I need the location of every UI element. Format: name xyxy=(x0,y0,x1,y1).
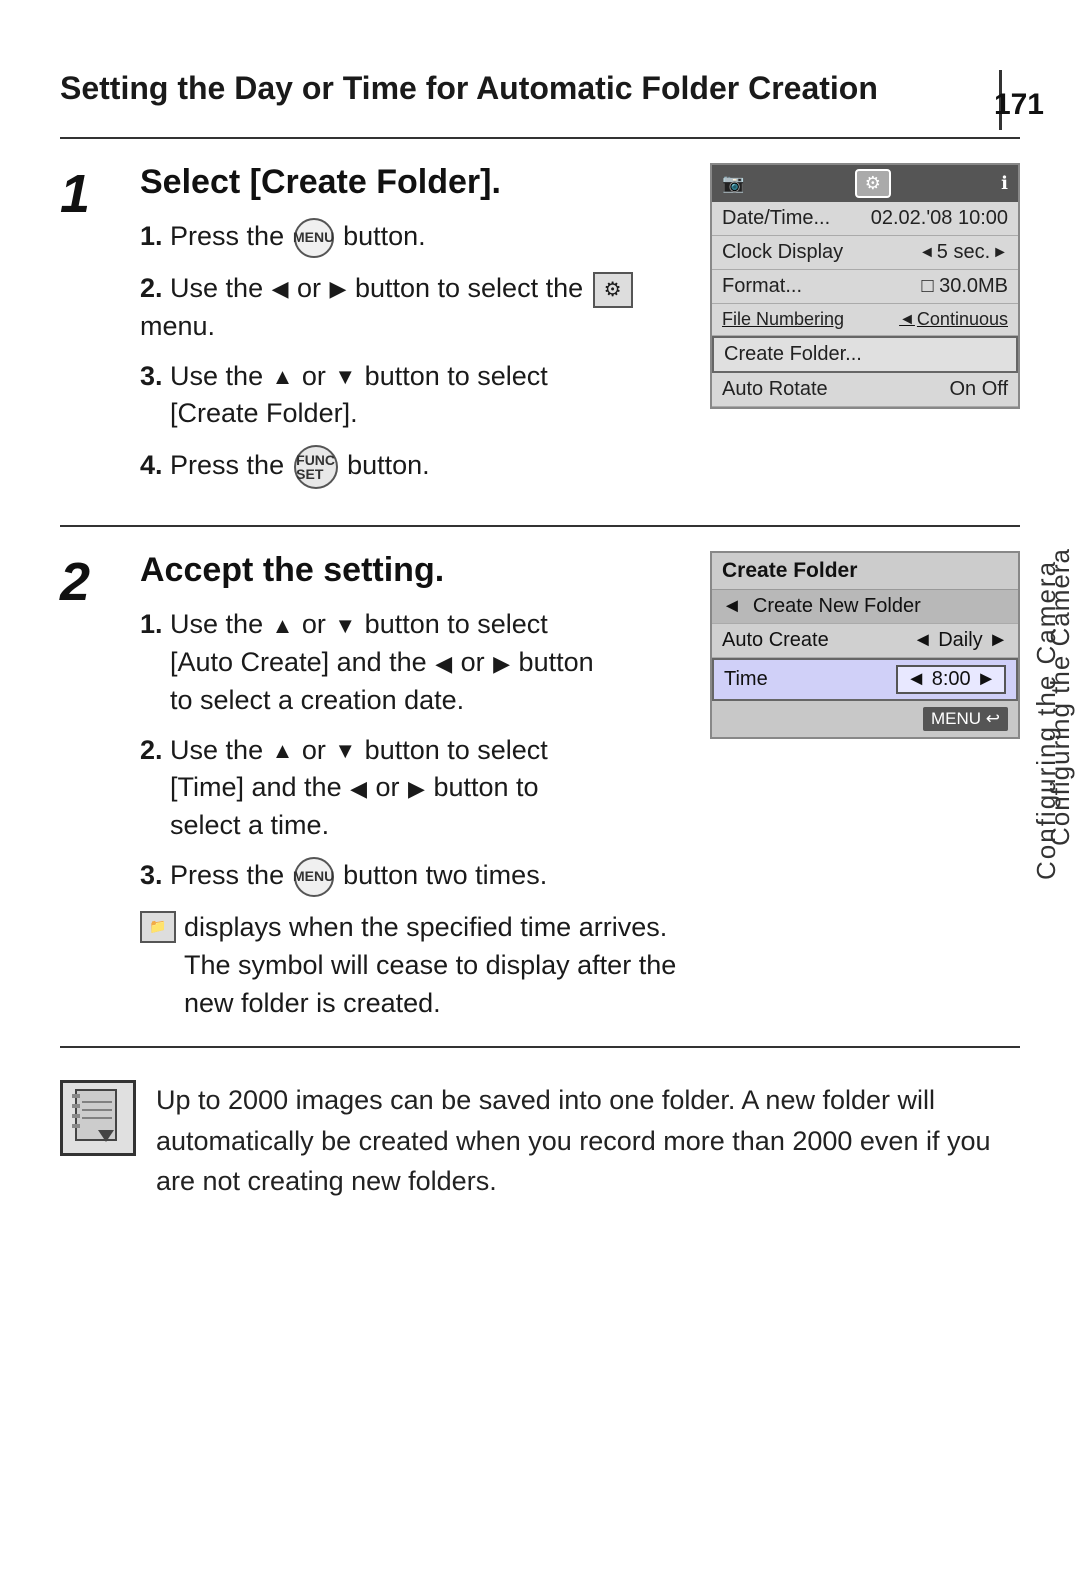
step-1-4: 4. Press the FUNCSET button. xyxy=(140,445,690,489)
step-1-2: 2. Use the ◀ or ▶ button to select the ⚙… xyxy=(140,270,690,346)
screenshot2-row-autocreate: Auto Create ◄ Daily ► xyxy=(712,624,1018,658)
arrow-down-icon: ▼ xyxy=(334,362,356,393)
content-area: Configuring the Camera 1 Select [Create … xyxy=(60,137,1020,1048)
screenshot-row-filenumbering: File Numbering ◄ Continuous xyxy=(712,304,1018,336)
menu-back-button: MENU ↩ xyxy=(923,707,1008,731)
screenshot-row-datetime: Date/Time... 02.02.'08 10:00 xyxy=(712,202,1018,236)
wrench-menu-icon: ⚙ xyxy=(593,272,633,308)
section-1-steps: 1. Press the MENU button. 2. Use the ◀ o… xyxy=(140,218,690,489)
screenshot2-title: Create Folder xyxy=(712,553,1018,590)
screenshot2-row-createnew: ◄ Create New Folder xyxy=(712,590,1018,624)
section-2-title: Accept the setting. xyxy=(140,551,690,590)
s2-arrow-down-icon: ▼ xyxy=(334,611,356,642)
note-icon xyxy=(60,1080,136,1156)
step-1-1: 1. Press the MENU button. xyxy=(140,218,690,258)
section-2-number: 2 xyxy=(60,551,130,1022)
step-2-2: 2. Use the ▲ or ▼ button to select [Time… xyxy=(140,732,690,845)
folder-symbol-icon: 📁 xyxy=(140,911,176,943)
screenshot-row-autorotate: Auto Rotate On Off xyxy=(712,373,1018,407)
section-1-screenshot: 📷 ⚙ ℹ Date/Time... 02.02.'08 10:00 Clock… xyxy=(710,163,1020,501)
selected-menu-icon: ⚙ xyxy=(855,169,891,198)
file-tri-left-icon: ◄ xyxy=(899,311,915,329)
note-text: Up to 2000 images can be saved into one … xyxy=(156,1080,1020,1202)
func-set-button-icon: FUNCSET xyxy=(294,445,338,489)
note-section: Up to 2000 images can be saved into one … xyxy=(60,1080,1020,1202)
arrow-up-icon: ▲ xyxy=(272,362,294,393)
page-title: Setting the Day or Time for Automatic Fo… xyxy=(60,70,1020,107)
s2b-arrow-down-icon: ▼ xyxy=(334,736,356,767)
section-1-body: Select [Create Folder]. 1. Press the MEN… xyxy=(130,163,690,501)
section-2-steps: 1. Use the ▲ or ▼ button to select [Auto… xyxy=(140,606,690,897)
s2-arrow-up-icon: ▲ xyxy=(272,611,294,642)
screenshot-panel-1: 📷 ⚙ ℹ Date/Time... 02.02.'08 10:00 Clock… xyxy=(710,163,1020,409)
s2-arrow-left-icon: ◀ xyxy=(435,649,452,680)
info-icon: ℹ xyxy=(1001,173,1008,194)
bullet-note: 📁 displays when the specified time arriv… xyxy=(140,909,690,1022)
screenshot-row-format: Format... □ 30.0MB xyxy=(712,270,1018,304)
step-2-1: 1. Use the ▲ or ▼ button to select [Auto… xyxy=(140,606,690,719)
s2-arrow-right-icon: ▶ xyxy=(493,649,510,680)
s2b-arrow-left-icon: ◀ xyxy=(350,774,367,805)
sidebar-configuring-label: Configuring the Camera xyxy=(1031,470,1062,970)
step-1-3: 3. Use the ▲ or ▼ button to select [Crea… xyxy=(140,358,690,434)
section-2: 2 Accept the setting. 1. Use the ▲ or ▼ … xyxy=(60,527,1020,1048)
screenshot-panel-2: Create Folder ◄ Create New Folder Auto C… xyxy=(710,551,1020,739)
section-2-screenshot: Create Folder ◄ Create New Folder Auto C… xyxy=(710,551,1020,1022)
tri-left-icon: ◄ xyxy=(919,244,935,262)
screenshot-row-createfolder: Create Folder... xyxy=(712,336,1018,373)
screenshot2-row-time: Time ◄ 8:00 ► xyxy=(712,658,1018,701)
section-1-number: 1 xyxy=(60,163,130,501)
screenshot-row-clockdisplay: Clock Display ◄ 5 sec. ► xyxy=(712,236,1018,270)
s2b-arrow-up-icon: ▲ xyxy=(272,736,294,767)
screenshot2-footer: MENU ↩ xyxy=(712,701,1018,737)
menu-button2-icon: MENU xyxy=(294,857,334,897)
arrow-right-icon: ▶ xyxy=(330,274,347,305)
section-1-title: Select [Create Folder]. xyxy=(140,163,690,202)
menu-button-icon: MENU xyxy=(294,218,334,258)
page-number: 171 xyxy=(994,88,1044,122)
note-symbol-icon xyxy=(70,1088,126,1148)
screenshot-header: 📷 ⚙ ℹ xyxy=(712,165,1018,202)
bullet-note-text: displays when the specified time arrives… xyxy=(184,909,690,1022)
section-2-body: Accept the setting. 1. Use the ▲ or ▼ bu… xyxy=(130,551,690,1022)
arrow-left-icon: ◀ xyxy=(272,274,289,305)
step-2-3: 3. Press the MENU button two times. xyxy=(140,857,690,897)
camera-mode-icon: 📷 xyxy=(722,173,744,194)
tri-right-icon: ► xyxy=(992,244,1008,262)
section-1: 1 Select [Create Folder]. 1. Press the M… xyxy=(60,139,1020,527)
s2b-arrow-right-icon: ▶ xyxy=(408,774,425,805)
